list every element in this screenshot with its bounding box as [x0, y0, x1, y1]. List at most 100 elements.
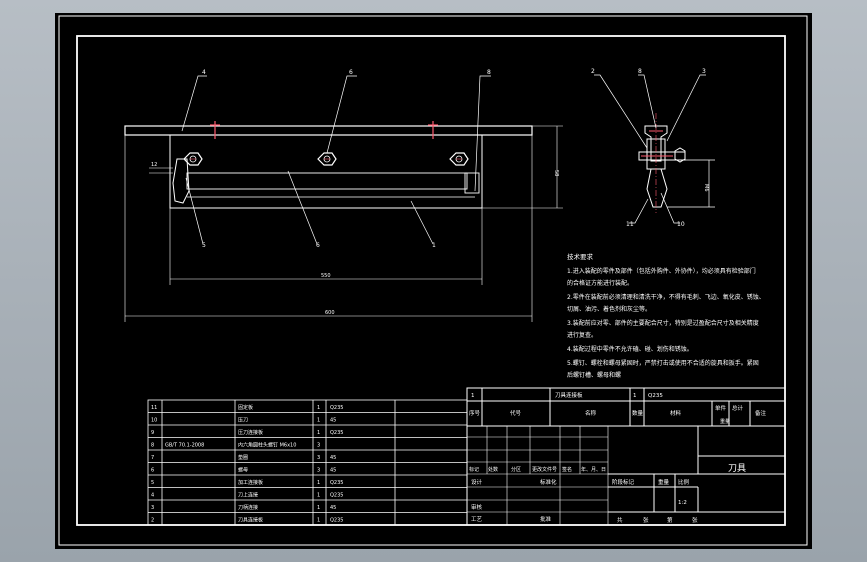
balloon-side-3: 3: [702, 68, 706, 75]
balloon-side-1: 2: [591, 68, 595, 75]
blade-bar: [186, 172, 468, 190]
part-code: GB/T 70.1-2008: [165, 443, 204, 449]
tech-line-2: 的合格证方能进行装配。: [567, 279, 633, 287]
tb-sheet-2: 张: [643, 516, 649, 524]
tb-h-name: 名称: [585, 409, 597, 417]
tb-h-seq: 序号: [469, 409, 481, 417]
drawing-canvas: 4 6 8 5 6 1 550 600 58 12 2 8 3 11 10 M6…: [58, 15, 808, 546]
tb-scale: 1:2: [678, 500, 687, 506]
tb-h-code: 代号: [510, 409, 522, 417]
part-mat: Q235: [330, 405, 343, 411]
part-no: 6: [151, 468, 154, 474]
tb-row1-no: 1: [471, 393, 475, 399]
balloon-side-4: 11: [626, 221, 634, 228]
tb-sheet-3: 第: [667, 516, 673, 524]
part-qty: 1: [317, 480, 320, 486]
part-mat: 45: [330, 418, 336, 424]
part-no: 4: [151, 493, 154, 499]
balloon-front-5: 6: [316, 242, 320, 249]
part-mat: 45: [330, 468, 336, 474]
part-qty: 1: [317, 405, 320, 411]
part-mat: Q235: [330, 518, 343, 524]
tb-sheet-1: 共: [617, 516, 623, 524]
part-qty: 1: [317, 430, 320, 436]
part-no: 11: [151, 405, 157, 411]
part-no: 10: [151, 418, 157, 424]
part-name: 垫圈: [238, 454, 248, 461]
dim-58: 58: [553, 170, 559, 176]
parts-list: 11 固定板 1 Q235 10 压刀 1 45 9 压刀连接板 1 Q235 …: [151, 404, 343, 524]
tech-line-7: 4.装配过程中零件不允许磕、碰、划伤和锈蚀。: [567, 345, 693, 353]
part-name: 加工连接板: [238, 479, 263, 486]
drawing-sheet[interactable]: 4 6 8 5 6 1 550 600 58 12 2 8 3 11 10 M6…: [55, 13, 812, 549]
part-name: 刀具连接板: [238, 517, 263, 524]
tb-row1-mat: Q235: [648, 393, 663, 399]
side-leaders: [594, 74, 715, 224]
drawing-name: 刀具: [728, 463, 746, 474]
balloon-side-5: 10: [677, 221, 685, 228]
front-dimensions: [124, 125, 563, 322]
part-name: 刀上连接: [238, 492, 258, 499]
rev-sign: 签名: [562, 466, 572, 473]
balloon-front-4: 5: [202, 242, 206, 249]
tb-h-mass: 重量: [720, 418, 730, 425]
tb-design: 设计: [471, 478, 483, 486]
part-mat: 45: [330, 505, 336, 511]
balloon-front-6: 1: [432, 242, 436, 249]
balloon-front-3: 8: [487, 69, 491, 76]
tb-approve: 批准: [540, 515, 552, 523]
outer-border: [58, 15, 808, 546]
cad-viewer-background: 4 6 8 5 6 1 550 600 58 12 2 8 3 11 10 M6…: [0, 0, 867, 562]
tech-line-4: 切屑、油污、着色剂和灰尘等。: [567, 305, 651, 313]
balloon-side-2: 8: [638, 68, 642, 75]
part-mat: 45: [330, 455, 336, 461]
balloon-front-1: 4: [202, 69, 206, 76]
part-qty: 3: [317, 455, 320, 461]
tech-title: 技术要求: [567, 252, 594, 261]
dim-side-12: 12: [151, 162, 157, 168]
part-qty: 1: [317, 505, 320, 511]
tb-row1-qty: 1: [633, 393, 637, 399]
tech-line-3: 2.零件在装配前必须清理和清洗干净，不得有毛刺、飞边、氧化皮、锈蚀、: [567, 293, 765, 301]
tb-h-qty: 数量: [632, 409, 644, 417]
tb-weight: 重量: [658, 478, 670, 486]
part-qty: 3: [317, 443, 320, 449]
title-block: 1 刀具连接板 1 Q235 序号 代号 名称 数量 材料 单件 总计 备注 重…: [469, 391, 767, 524]
rev-count: 处数: [488, 466, 498, 473]
part-no: 8: [151, 443, 154, 449]
parts-list-grid: [147, 399, 468, 526]
technical-requirements: 技术要求 1.进入装配的零件及部件（包括外购件、外协件），均必须具有检验部门 的…: [567, 252, 765, 379]
part-qty: 3: [317, 468, 320, 474]
tech-line-6: 进行复查。: [567, 331, 597, 339]
rev-zone: 分区: [511, 466, 521, 473]
front-leaders: [181, 75, 491, 245]
tb-standardization: 标准化: [540, 478, 557, 486]
tech-line-8: 5.螺钉、螺栓和螺母紧固时，严禁打击或使用不合适的旋具和扳手。紧固: [567, 359, 759, 367]
tb-h-mat: 材料: [670, 409, 682, 417]
tb-process: 工艺: [471, 516, 483, 523]
part-no: 7: [151, 455, 154, 461]
tb-row1-name: 刀具连接板: [555, 391, 583, 399]
part-name: 内六角圆柱头螺钉 M6x10: [238, 442, 296, 449]
part-no: 2: [151, 518, 154, 524]
part-qty: 1: [317, 418, 320, 424]
part-no: 3: [151, 505, 154, 511]
part-name: 刀柄连接: [238, 504, 258, 511]
part-qty: 1: [317, 518, 320, 524]
dim-550: 550: [321, 273, 331, 279]
part-name: 螺母: [238, 467, 248, 474]
part-name: 压刀: [238, 418, 248, 424]
dim-hole: M6: [703, 184, 709, 192]
tech-line-5: 3.装配前应对零、部件的主要配合尺寸，特别是过盈配合尺寸及相关精度: [567, 319, 759, 327]
rev-date: 年、月、日: [581, 466, 606, 473]
tb-scale-label: 比例: [678, 478, 690, 486]
part-mat: Q235: [330, 493, 343, 499]
part-no: 5: [151, 480, 154, 486]
part-no: 9: [151, 430, 154, 436]
part-mat: Q235: [330, 480, 343, 486]
tb-h-remark: 备注: [755, 409, 767, 417]
tb-h-total: 总计: [732, 404, 744, 412]
tech-line-1: 1.进入装配的零件及部件（包括外购件、外协件），均必须具有检验部门: [567, 267, 756, 275]
tb-sheet-4: 张: [692, 516, 698, 524]
inner-frame: [76, 35, 786, 526]
